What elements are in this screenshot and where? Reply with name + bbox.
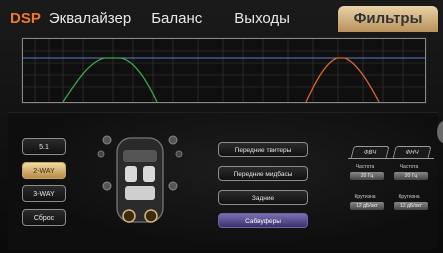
dsp-screen: DSP Эквалайзер Баланс Выходы Фильтры 5.1… xyxy=(0,0,443,253)
hpf-slope-value[interactable]: 12 дБ/окт xyxy=(350,202,384,210)
car-speaker-diagram xyxy=(95,126,185,227)
tab-equalizer[interactable]: Эквалайзер xyxy=(43,6,137,32)
hpf-frequency-value[interactable]: 20 Гц xyxy=(350,172,384,180)
subwoofer-right-icon[interactable] xyxy=(144,209,158,223)
speaker-front-right-icon[interactable] xyxy=(168,135,178,145)
tab-bar: DSP Эквалайзер Баланс Выходы Фильтры xyxy=(8,6,438,32)
front-tweeters-button[interactable]: Передние твитеры xyxy=(218,142,308,157)
mode-5-1-button[interactable]: 5.1 xyxy=(22,138,66,155)
mode-2way-button[interactable]: 2-WAY xyxy=(22,162,66,179)
mode-3way-button[interactable]: 3-WAY xyxy=(22,185,66,202)
windshield-icon xyxy=(123,150,157,162)
speaker-rear-right-icon[interactable] xyxy=(168,181,178,191)
tab-filters[interactable]: Фильтры xyxy=(338,6,438,32)
reset-button[interactable]: Сброс xyxy=(22,209,66,226)
lpf-slope-value[interactable]: 12 дБ/окт xyxy=(394,202,428,210)
lpf-frequency-label: Частота xyxy=(399,164,419,170)
lpf-slope-label: Крутизна xyxy=(398,194,420,200)
green-filter-curve xyxy=(62,57,158,103)
rear-speakers-button[interactable]: Задние xyxy=(218,190,308,205)
tab-balance[interactable]: Баланс xyxy=(145,6,208,32)
lpf-frequency-value[interactable]: 20 Гц xyxy=(394,172,428,180)
orange-filter-curve xyxy=(305,57,380,103)
filter-settings-panel: ФВЧ ФНЧ Частота Частота 20 Гц 20 Гц Крут… xyxy=(346,146,436,226)
hpf-slope-label: Крутизна xyxy=(354,194,376,200)
subwoofers-button[interactable]: Сабвуферы xyxy=(218,213,308,228)
response-svg xyxy=(23,39,425,103)
graph-grid xyxy=(23,39,425,102)
filter-response-graph xyxy=(22,38,426,103)
front-right-seat-icon xyxy=(143,166,155,182)
tab-outputs[interactable]: Выходы xyxy=(228,6,296,32)
hpf-frequency-label: Частота xyxy=(355,164,375,170)
rear-seat-icon xyxy=(125,186,155,200)
filter-tab-divider xyxy=(348,158,434,159)
front-left-seat-icon xyxy=(125,166,137,182)
speaker-front-left-icon[interactable] xyxy=(102,135,112,145)
tweeter-left-icon[interactable] xyxy=(97,150,105,158)
speaker-rear-left-icon[interactable] xyxy=(102,181,112,191)
tweeter-right-icon[interactable] xyxy=(175,150,183,158)
front-midbass-button[interactable]: Передние мидбасы xyxy=(218,166,308,181)
dsp-logo: DSP xyxy=(10,10,41,27)
subwoofer-left-icon[interactable] xyxy=(122,209,136,223)
